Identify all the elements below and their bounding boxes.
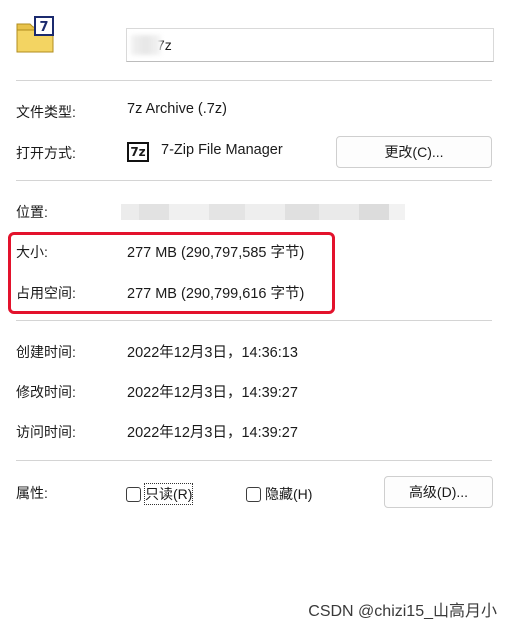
- 7zip-app-icon: 7z: [127, 142, 149, 162]
- opens-with-label: 打开方式:: [16, 145, 76, 161]
- divider: [16, 80, 492, 81]
- archive-file-icon: 7: [16, 16, 56, 54]
- created-value: 2022年12月3日，14:36:13: [127, 345, 298, 361]
- modified-value: 2022年12月3日，14:39:27: [127, 385, 298, 401]
- file-name-input[interactable]: 7z: [126, 28, 494, 62]
- hidden-checkbox[interactable]: 隐藏(H): [246, 484, 312, 504]
- size-on-disk-label: 占用空间:: [16, 285, 76, 301]
- svg-text:7: 7: [39, 20, 48, 35]
- modified-label: 修改时间:: [16, 384, 76, 400]
- advanced-button[interactable]: 高级(D)...: [384, 476, 493, 508]
- attributes-label: 属性:: [16, 485, 48, 501]
- size-on-disk-value: 277 MB (290,799,616 字节): [127, 286, 305, 302]
- hidden-checkbox-label: 隐藏(H): [265, 486, 313, 502]
- properties-general-tab: 7 7z 文件类型: 7z Archive (.7z) 打开方式: 7z 7-Z…: [0, 0, 511, 628]
- created-label: 创建时间:: [16, 344, 76, 360]
- checkbox-box[interactable]: [126, 486, 141, 502]
- readonly-checkbox[interactable]: 只读(R): [126, 483, 194, 505]
- file-type-value: 7z Archive (.7z): [127, 101, 227, 117]
- accessed-label: 访问时间:: [16, 424, 76, 440]
- divider: [16, 320, 492, 321]
- opens-with-value: 7-Zip File Manager: [161, 142, 283, 158]
- divider: [16, 180, 492, 181]
- redacted-name-blur: [131, 35, 161, 55]
- accessed-value: 2022年12月3日，14:39:27: [127, 425, 298, 441]
- change-button[interactable]: 更改(C)...: [336, 136, 492, 168]
- size-label: 大小:: [16, 244, 48, 260]
- size-value: 277 MB (290,797,585 字节): [127, 245, 305, 261]
- readonly-checkbox-label: 只读(R): [143, 483, 194, 505]
- location-label: 位置:: [16, 204, 48, 220]
- divider: [16, 460, 492, 461]
- file-type-label: 文件类型:: [16, 104, 76, 120]
- watermark-text: CSDN @chizi15_山高月小: [308, 603, 497, 620]
- redacted-location-blur: [121, 201, 405, 223]
- checkbox-box[interactable]: [246, 486, 261, 502]
